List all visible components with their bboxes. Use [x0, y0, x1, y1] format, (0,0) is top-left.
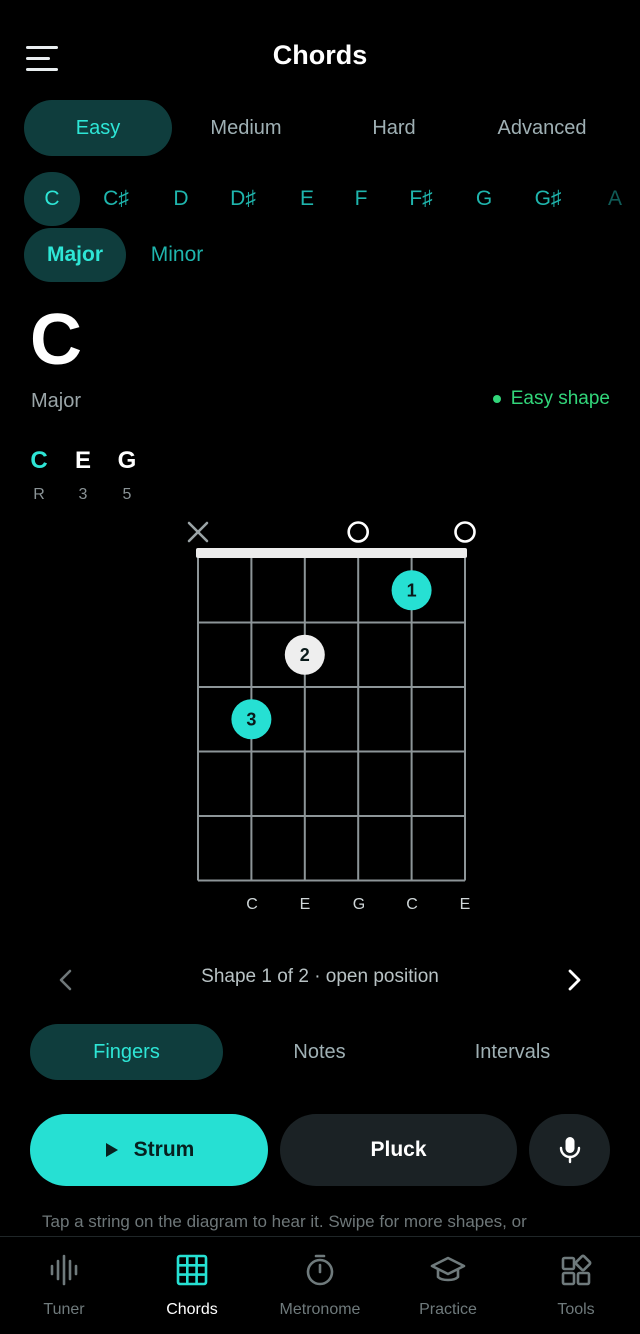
hint-text: Tap a string on the diagram to hear it. … — [42, 1212, 527, 1231]
root-note-a[interactable]: A — [600, 172, 630, 226]
bottom-navigation: Tuner Chords Metronome Practice Tools — [0, 1236, 640, 1334]
muted-string-icon — [187, 521, 209, 543]
open-string-icon — [454, 521, 476, 543]
root-note-g[interactable]: G — [469, 172, 499, 226]
string-label: G — [352, 896, 366, 913]
chord-note: E 3 — [71, 446, 95, 504]
note-interval: R — [33, 486, 45, 503]
root-note-selector: C C♯ D D♯ E F F♯ G G♯ A — [24, 172, 640, 226]
apps-icon — [561, 1254, 592, 1286]
root-note-f-sharp[interactable]: F♯ — [399, 172, 443, 226]
shape-difficulty-badge: Easy shape — [492, 388, 610, 410]
chord-name: C — [30, 300, 82, 380]
muted-string-icon — [187, 521, 209, 543]
nav-metronome[interactable]: Metronome — [256, 1237, 384, 1334]
tab-medium[interactable]: Medium — [172, 100, 320, 156]
finger-dot — [391, 570, 432, 611]
root-note-d-sharp[interactable]: D♯ — [221, 172, 265, 226]
nav-label: Practice — [419, 1301, 477, 1318]
note-name: G — [117, 447, 137, 474]
strum-button[interactable]: Strum — [30, 1114, 268, 1186]
tab-fingers[interactable]: Fingers — [30, 1024, 223, 1080]
graduation-cap-icon — [430, 1256, 466, 1282]
waveform-icon — [50, 1254, 78, 1286]
pluck-button[interactable]: Pluck — [280, 1114, 517, 1186]
quality-major[interactable]: Major — [24, 228, 126, 282]
microphone-button[interactable] — [529, 1114, 610, 1186]
root-note-g-sharp[interactable]: G♯ — [526, 172, 570, 226]
nut — [196, 548, 467, 558]
diagram-view-tabs: Fingers Notes Intervals — [30, 1024, 610, 1080]
chord-quality: Major — [31, 390, 82, 412]
shape-badge-label: Easy shape — [510, 388, 610, 409]
microphone-icon — [559, 1137, 580, 1164]
stopwatch-icon — [306, 1254, 334, 1286]
next-shape-button[interactable] — [554, 962, 594, 998]
nav-label: Chords — [166, 1301, 218, 1318]
tab-notes[interactable]: Notes — [223, 1024, 416, 1080]
difficulty-tabs: Easy Medium Hard Advanced — [24, 100, 616, 156]
grid-icon — [176, 1254, 208, 1286]
chord-note: C R — [27, 446, 51, 504]
chevron-right-icon — [568, 969, 581, 991]
root-note-e[interactable]: E — [292, 172, 322, 226]
finger-dot — [284, 634, 325, 675]
page-title: Chords — [272, 40, 368, 70]
finger-number: 1 — [407, 580, 417, 600]
finger-number: 2 — [300, 645, 310, 665]
nav-label: Tuner — [43, 1301, 85, 1318]
nav-label: Metronome — [279, 1301, 361, 1318]
tab-easy[interactable]: Easy — [24, 100, 172, 156]
string-label: E — [459, 896, 471, 913]
quality-minor[interactable]: Minor — [142, 228, 212, 282]
status-dot — [492, 395, 501, 403]
nav-tuner[interactable]: Tuner — [0, 1237, 128, 1334]
root-note-c[interactable]: C — [24, 172, 80, 226]
nav-practice[interactable]: Practice — [384, 1237, 512, 1334]
quality-selector: Major Minor — [24, 228, 324, 282]
root-note-f[interactable]: F — [346, 172, 376, 226]
chord-note: G 5 — [115, 446, 139, 504]
note-name: C — [30, 447, 48, 474]
play-icon — [105, 1143, 118, 1157]
string-label: E — [299, 896, 311, 913]
tab-advanced[interactable]: Advanced — [468, 100, 616, 156]
note-interval: 5 — [122, 486, 132, 503]
tab-hard[interactable]: Hard — [320, 100, 468, 156]
pluck-label: Pluck — [370, 1138, 427, 1161]
finger-dot — [231, 699, 272, 740]
nav-chords[interactable]: Chords — [128, 1237, 256, 1334]
root-note-c-sharp[interactable]: C♯ — [94, 172, 138, 226]
root-note-d[interactable]: D — [166, 172, 196, 226]
string-label: C — [406, 896, 418, 913]
strum-label: Strum — [133, 1138, 195, 1161]
open-string-icon — [347, 521, 370, 543]
note-interval: 3 — [78, 486, 88, 503]
nav-tools[interactable]: Tools — [512, 1237, 640, 1334]
shape-position-label: Shape 1 of 2 · open position — [201, 966, 439, 987]
tab-intervals[interactable]: Intervals — [416, 1024, 609, 1080]
finger-number: 3 — [246, 709, 256, 729]
nav-label: Tools — [557, 1301, 595, 1318]
string-label: C — [246, 896, 258, 913]
note-name: E — [74, 447, 91, 474]
